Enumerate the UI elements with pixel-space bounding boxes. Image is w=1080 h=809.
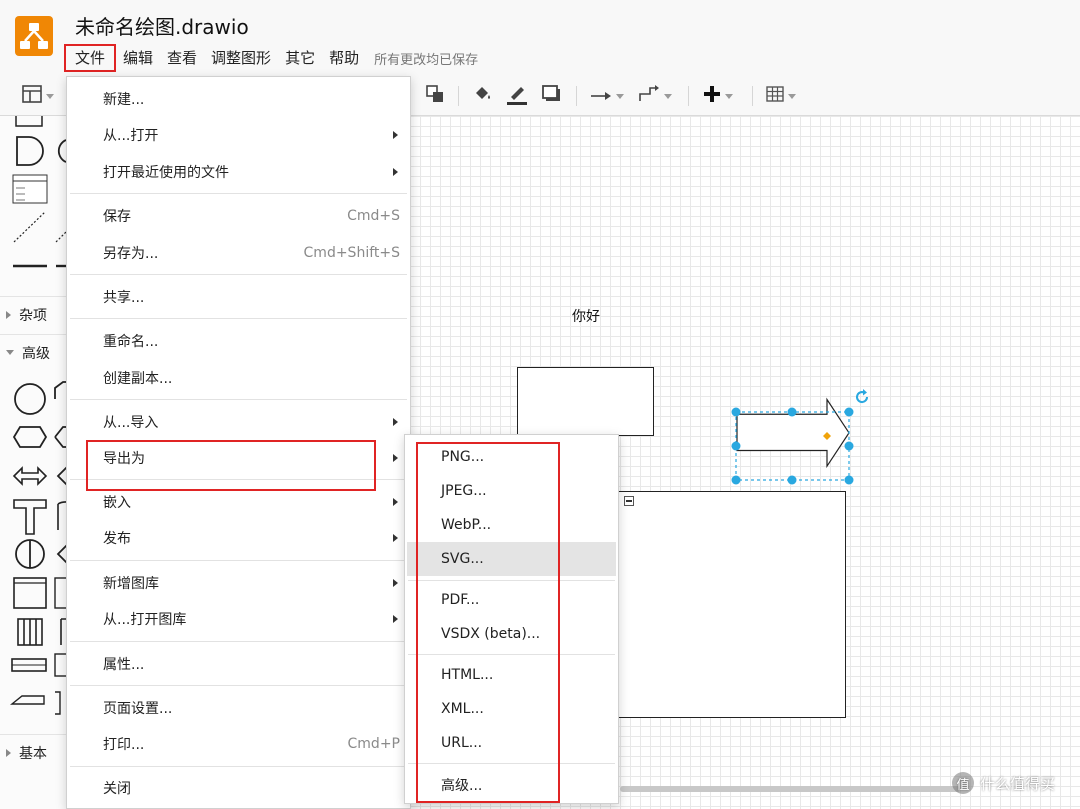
sidebar-section-basic[interactable]: 基本 <box>0 734 67 770</box>
connection-style-button[interactable] <box>590 84 624 108</box>
submenu-arrow-icon <box>393 418 398 426</box>
horizontal-scrollbar[interactable] <box>620 786 960 792</box>
connection-icon <box>590 87 612 106</box>
sidebar-section-advanced[interactable]: 高级 <box>0 334 67 370</box>
insert-button[interactable] <box>703 84 733 108</box>
annotation-export-formats <box>416 442 560 803</box>
menu-item-save-as[interactable]: 另存为... Cmd+Shift+S <box>67 235 410 271</box>
menu-item-save[interactable]: 保存 Cmd+S <box>67 198 410 234</box>
menu-item-import-from[interactable]: 从...导入 <box>67 404 410 440</box>
menubar: 文件 编辑 查看 调整图形 其它 帮助 所有更改均已保存 <box>64 44 478 72</box>
collapse-toggle-icon[interactable] <box>624 496 634 506</box>
submenu-arrow-icon <box>393 615 398 623</box>
menu-file[interactable]: 文件 <box>64 44 117 72</box>
waypoints-button[interactable] <box>638 84 672 108</box>
menu-extras[interactable]: 其它 <box>278 44 322 72</box>
waypoints-icon <box>638 84 660 108</box>
watermark-logo-icon: 值 <box>952 772 974 794</box>
menu-arrange[interactable]: 调整图形 <box>204 44 278 72</box>
menu-item-make-copy[interactable]: 创建副本... <box>67 360 410 396</box>
insert-plus-icon <box>703 85 721 107</box>
menu-item-open-recent[interactable]: 打开最近使用的文件 <box>67 154 410 190</box>
app-header: 未命名绘图.drawio 文件 编辑 查看 调整图形 其它 帮助 所有更改均已保… <box>0 0 1080 76</box>
container-shape[interactable] <box>618 491 846 718</box>
general-shapes-preview[interactable] <box>0 116 68 296</box>
annotation-export-as <box>86 440 376 491</box>
menu-item-share[interactable]: 共享... <box>67 279 410 315</box>
menu-item-publish[interactable]: 发布 <box>67 520 410 556</box>
to-back-button[interactable] <box>425 84 445 108</box>
shadow-button[interactable] <box>542 84 562 108</box>
line-color-button[interactable] <box>506 84 528 108</box>
submenu-arrow-icon <box>393 534 398 542</box>
sidebar-section-misc[interactable]: 杂项 <box>0 296 67 332</box>
document-title[interactable]: 未命名绘图.drawio <box>75 11 249 40</box>
menu-item-properties[interactable]: 属性... <box>67 646 410 682</box>
menu-item-rename[interactable]: 重命名... <box>67 323 410 359</box>
fill-color-button[interactable] <box>472 84 494 108</box>
format-panel-button[interactable] <box>22 84 54 108</box>
table-button[interactable] <box>766 84 796 108</box>
submenu-arrow-icon <box>393 498 398 506</box>
advanced-shapes-preview[interactable] <box>0 374 68 736</box>
menu-item-page-setup[interactable]: 页面设置... <box>67 690 410 726</box>
rectangle-shape[interactable] <box>517 367 654 436</box>
menu-item-close[interactable]: 关闭 <box>67 770 410 806</box>
save-status: 所有更改均已保存 <box>374 52 479 68</box>
line-color-icon <box>506 83 528 109</box>
text-shape-hello[interactable]: 你好 <box>572 306 600 326</box>
to-back-icon <box>425 84 445 108</box>
menu-item-open-from[interactable]: 从...打开 <box>67 117 410 153</box>
fill-color-icon <box>472 84 494 108</box>
rotate-icon[interactable] <box>855 389 871 405</box>
menu-item-print[interactable]: 打印... Cmd+P <box>67 726 410 762</box>
shape-sidebar: 杂项 高级 基本 <box>0 116 68 809</box>
menu-help[interactable]: 帮助 <box>322 44 366 72</box>
menu-view[interactable]: 查看 <box>160 44 204 72</box>
submenu-arrow-icon <box>393 131 398 139</box>
shadow-icon <box>542 85 562 107</box>
submenu-arrow-icon <box>393 454 398 462</box>
menu-item-open-library[interactable]: 从...打开图库 <box>67 601 410 637</box>
submenu-arrow-icon <box>393 168 398 176</box>
format-panel-icon <box>22 85 42 107</box>
table-icon <box>766 86 784 106</box>
menu-edit[interactable]: 编辑 <box>116 44 160 72</box>
submenu-arrow-icon <box>393 579 398 587</box>
drawio-logo-icon <box>15 16 53 56</box>
menu-item-new-library[interactable]: 新增图库 <box>67 565 410 601</box>
watermark: 值 什么值得买 <box>952 772 1055 794</box>
menu-item-new[interactable]: 新建... <box>67 81 410 117</box>
